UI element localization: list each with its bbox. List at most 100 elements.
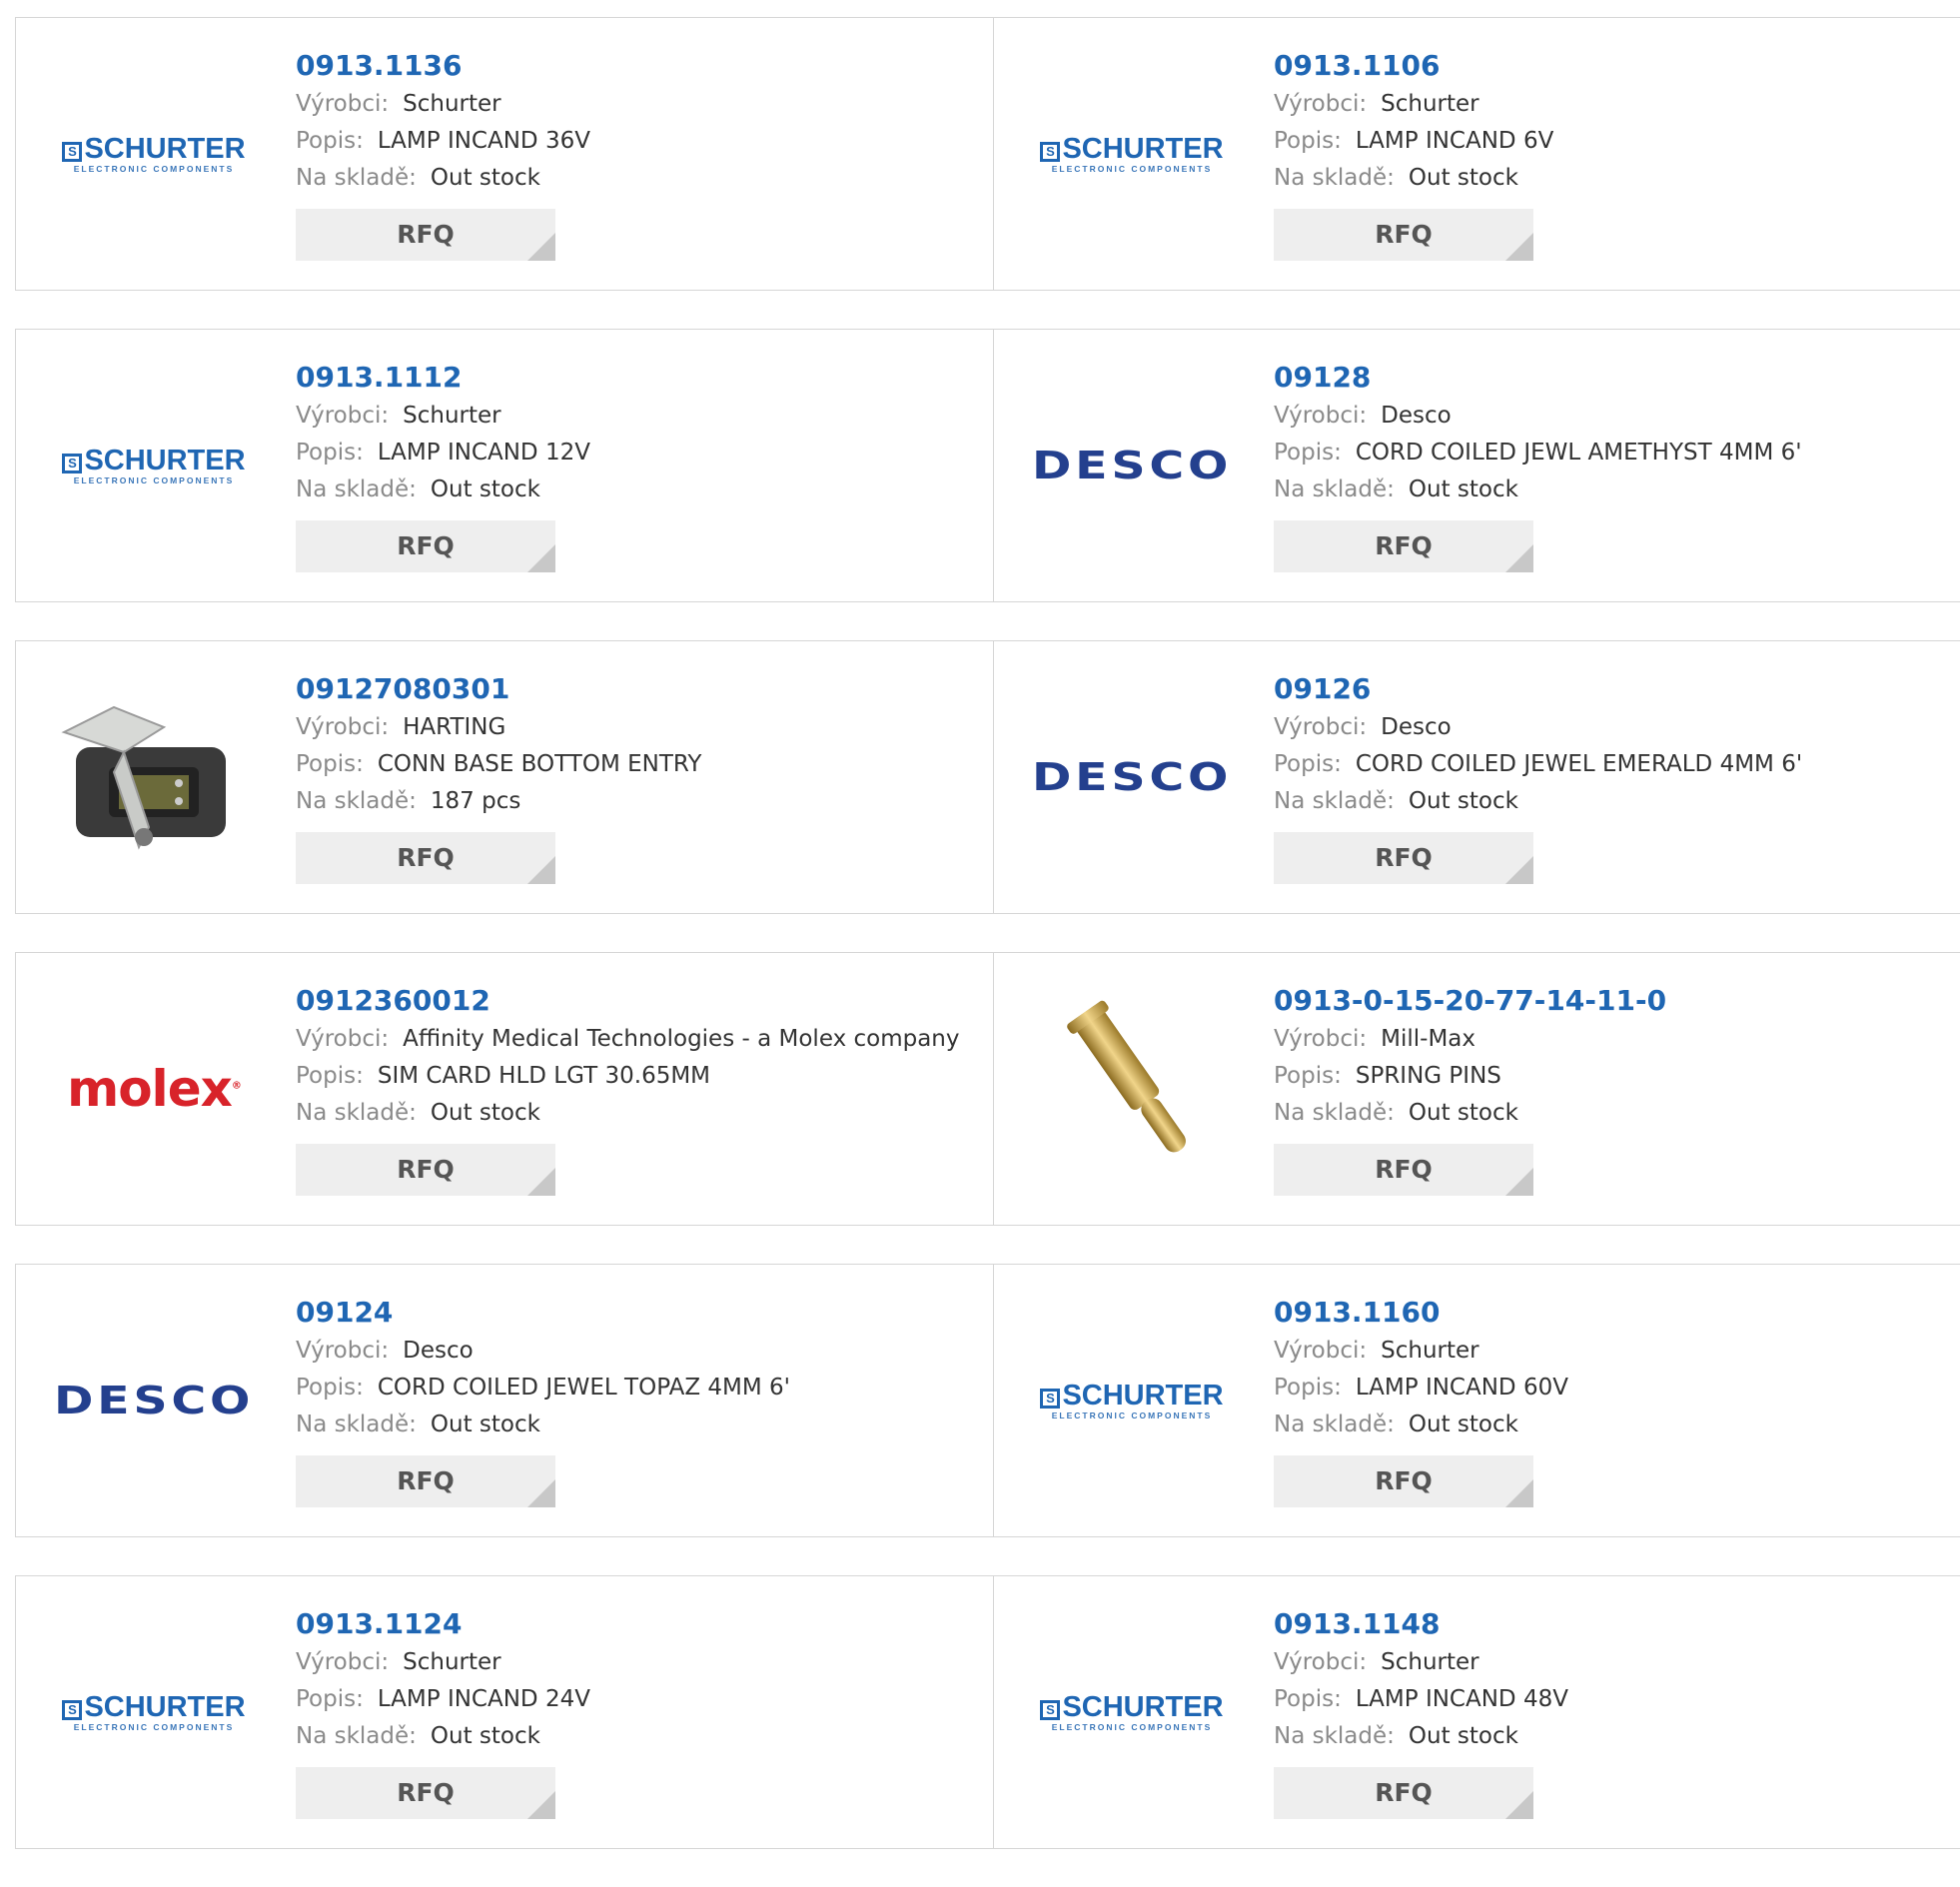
product-card: S SCHURTER ELECTRONIC COMPONENTS 0913.1160…	[993, 1265, 1960, 1536]
product-info: 09126 Výrobci: Desco Popis: CORD COILED JE…	[1274, 671, 1952, 884]
product-card: DESCO 09128 Výrobci: Desco Popis: CORD COI…	[993, 330, 1960, 601]
manufacturer-logo[interactable]: S SCHURTER ELECTRONIC COMPONENTS	[1032, 54, 1232, 254]
stock-row: Na skladě: Out stock	[1274, 1718, 1952, 1755]
manufacturer-logo[interactable]: S SCHURTER ELECTRONIC COMPONENTS	[54, 1612, 254, 1812]
manufacturer-label: Výrobci:	[296, 91, 390, 117]
rfq-button[interactable]: RFQ	[1274, 1144, 1533, 1196]
rfq-label: RFQ	[1375, 1466, 1433, 1495]
schurter-logo-text: SCHURTER	[1062, 1380, 1224, 1412]
rfq-label: RFQ	[397, 843, 455, 872]
corner-triangle-icon	[1505, 233, 1533, 261]
rfq-label: RFQ	[1375, 843, 1433, 872]
stock-value: Out stock	[430, 1723, 540, 1749]
manufacturer-row: Výrobci: Schurter	[296, 1644, 983, 1681]
part-number-link[interactable]: 0913.1112	[296, 360, 983, 398]
product-row: molex® 0912360012 Výrobci: Affinity Medic…	[15, 952, 1960, 1226]
rfq-label: RFQ	[1375, 1155, 1433, 1184]
stock-label: Na skladě:	[1274, 165, 1395, 191]
description-row: Popis: CORD COILED JEWL AMETHYST 4MM 6'	[1274, 435, 1952, 472]
part-number-link[interactable]: 0913.1106	[1274, 48, 1952, 86]
product-row: S SCHURTER ELECTRONIC COMPONENTS 0913.1124…	[15, 1575, 1960, 1849]
corner-triangle-icon	[1505, 856, 1533, 884]
description-value: CORD COILED JEWEL EMERALD 4MM 6'	[1355, 751, 1803, 777]
description-row: Popis: CONN BASE BOTTOM ENTRY	[296, 746, 983, 783]
part-number-link[interactable]: 0913.1136	[296, 48, 983, 86]
part-number-link[interactable]: 09127080301	[296, 671, 983, 709]
rfq-button[interactable]: RFQ	[1274, 209, 1533, 261]
manufacturer-row: Výrobci: Schurter	[296, 398, 983, 435]
stock-row: Na skladě: Out stock	[296, 472, 983, 508]
manufacturer-logo[interactable]: S SCHURTER ELECTRONIC COMPONENTS	[1032, 1612, 1232, 1812]
stock-label: Na skladě:	[296, 1723, 417, 1749]
schurter-logo-text: SCHURTER	[84, 445, 246, 476]
description-label: Popis:	[1274, 1375, 1342, 1401]
rfq-label: RFQ	[397, 1155, 455, 1184]
stock-value: Out stock	[430, 1412, 540, 1437]
manufacturer-logo[interactable]: S SCHURTER ELECTRONIC COMPONENTS	[54, 366, 254, 565]
rfq-button[interactable]: RFQ	[1274, 832, 1533, 884]
manufacturer-label: Výrobci:	[1274, 1649, 1368, 1675]
rfq-button[interactable]: RFQ	[296, 209, 555, 261]
manufacturer-label: Výrobci:	[1274, 714, 1368, 740]
corner-triangle-icon	[527, 1168, 555, 1196]
rfq-button[interactable]: RFQ	[296, 1767, 555, 1819]
schurter-s-icon: S	[62, 454, 83, 473]
manufacturer-label: Výrobci:	[1274, 1338, 1368, 1364]
description-row: Popis: LAMP INCAND 24V	[296, 1681, 983, 1718]
stock-row: Na skladě: Out stock	[1274, 472, 1952, 508]
stock-value: 187 pcs	[430, 788, 521, 814]
part-number-link[interactable]: 09128	[1274, 360, 1952, 398]
description-label: Popis:	[1274, 1686, 1342, 1712]
schurter-logo-text: SCHURTER	[84, 133, 246, 165]
part-number-link[interactable]: 09126	[1274, 671, 1952, 709]
rfq-label: RFQ	[397, 1778, 455, 1807]
rfq-button[interactable]: RFQ	[1274, 1767, 1533, 1819]
stock-row: Na skladě: Out stock	[1274, 160, 1952, 197]
schurter-logo-subtitle: ELECTRONIC COMPONENTS	[1051, 1411, 1213, 1420]
desco-logo: DESCO	[1031, 444, 1233, 487]
product-row: 09127080301 Výrobci: HARTING Popis: CONN B…	[15, 640, 1960, 914]
part-number-link[interactable]: 0913.1124	[296, 1606, 983, 1644]
stock-label: Na skladě:	[296, 165, 417, 191]
part-number-link[interactable]: 0912360012	[296, 983, 983, 1021]
schurter-logo-subtitle: ELECTRONIC COMPONENTS	[1051, 1722, 1213, 1732]
schurter-logo: S SCHURTER ELECTRONIC COMPONENTS	[1034, 1692, 1230, 1732]
manufacturer-logo[interactable]: molex®	[54, 989, 254, 1189]
product-info: 0913.1106 Výrobci: Schurter Popis: LAMP IN…	[1274, 48, 1952, 261]
rfq-button[interactable]: RFQ	[1274, 1455, 1533, 1507]
corner-triangle-icon	[1505, 1791, 1533, 1819]
description-row: Popis: LAMP INCAND 48V	[1274, 1681, 1952, 1718]
product-card: DESCO 09126 Výrobci: Desco Popis: CORD COI…	[993, 641, 1960, 913]
stock-row: Na skladě: 187 pcs	[296, 783, 983, 820]
manufacturer-logo[interactable]: DESCO	[54, 1301, 254, 1500]
stock-label: Na skladě:	[296, 1412, 417, 1437]
description-value: LAMP INCAND 60V	[1355, 1375, 1568, 1401]
rfq-button[interactable]: RFQ	[296, 520, 555, 572]
part-number-link[interactable]: 0913-0-15-20-77-14-11-0	[1274, 983, 1952, 1021]
part-number-link[interactable]: 0913.1160	[1274, 1295, 1952, 1333]
description-label: Popis:	[296, 1686, 364, 1712]
stock-row: Na skladě: Out stock	[296, 1407, 983, 1443]
rfq-button[interactable]: RFQ	[296, 832, 555, 884]
description-value: CORD COILED JEWL AMETHYST 4MM 6'	[1355, 440, 1802, 466]
manufacturer-logo[interactable]: S SCHURTER ELECTRONIC COMPONENTS	[1032, 1301, 1232, 1500]
rfq-button[interactable]: RFQ	[296, 1455, 555, 1507]
stock-label: Na skladě:	[1274, 1100, 1395, 1126]
manufacturer-logo[interactable]	[54, 677, 254, 877]
manufacturer-logo[interactable]	[1032, 989, 1232, 1189]
manufacturer-logo[interactable]: S SCHURTER ELECTRONIC COMPONENTS	[54, 54, 254, 254]
part-number-link[interactable]: 0913.1148	[1274, 1606, 1952, 1644]
part-number-link[interactable]: 09124	[296, 1295, 983, 1333]
manufacturer-logo[interactable]: DESCO	[1032, 677, 1232, 877]
product-info: 09124 Výrobci: Desco Popis: CORD COILED JE…	[296, 1295, 983, 1507]
rfq-button[interactable]: RFQ	[1274, 520, 1533, 572]
schurter-s-icon: S	[62, 142, 83, 162]
product-info: 0913.1160 Výrobci: Schurter Popis: LAMP IN…	[1274, 1295, 1952, 1507]
manufacturer-logo[interactable]: DESCO	[1032, 366, 1232, 565]
rfq-label: RFQ	[1375, 531, 1433, 560]
rfq-button[interactable]: RFQ	[296, 1144, 555, 1196]
product-card: S SCHURTER ELECTRONIC COMPONENTS 0913.1112…	[16, 330, 993, 601]
product-row: DESCO 09124 Výrobci: Desco Popis: CORD COI…	[15, 1264, 1960, 1537]
product-row: S SCHURTER ELECTRONIC COMPONENTS 0913.1112…	[15, 329, 1960, 602]
product-card: S SCHURTER ELECTRONIC COMPONENTS 0913.1106…	[993, 18, 1960, 290]
